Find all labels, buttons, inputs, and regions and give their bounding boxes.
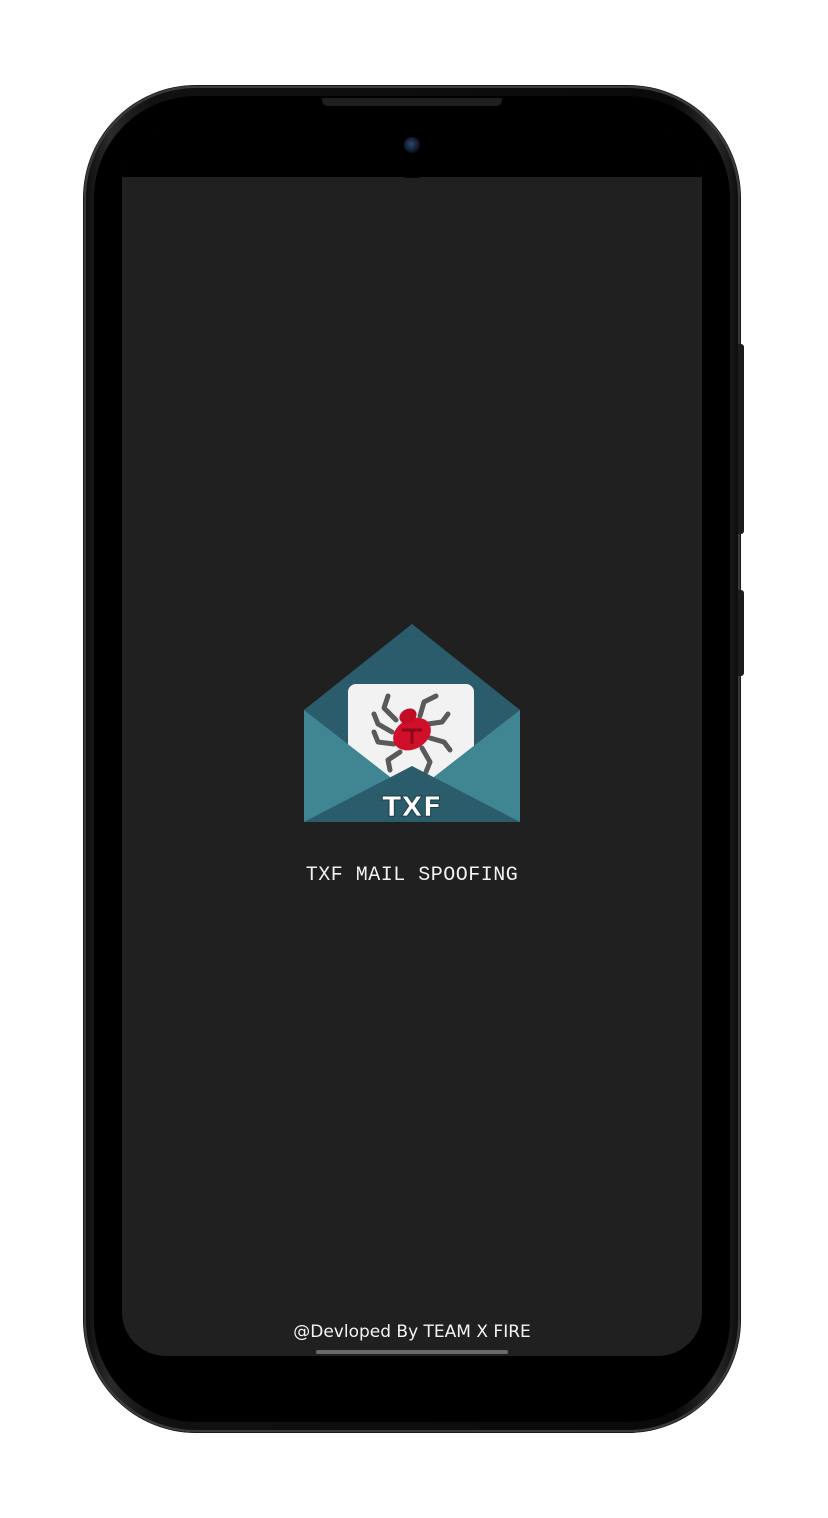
power-button [738,344,744,534]
developer-credit: @Devloped By TEAM X FIRE [293,1322,531,1342]
logo-text: TXF [382,790,442,823]
envelope-bug-logo: TXF [304,624,520,824]
device-mockup: TXF TXF MAIL SPOOFING @Devloped By TEAM … [0,0,828,1518]
front-camera-icon [404,137,420,153]
home-indicator[interactable] [316,1350,508,1354]
splash-screen: TXF TXF MAIL SPOOFING @Devloped By TEAM … [122,134,702,1356]
app-title: TXF MAIL SPOOFING [305,864,519,887]
earpiece-speaker [322,98,502,106]
volume-button [738,590,744,676]
